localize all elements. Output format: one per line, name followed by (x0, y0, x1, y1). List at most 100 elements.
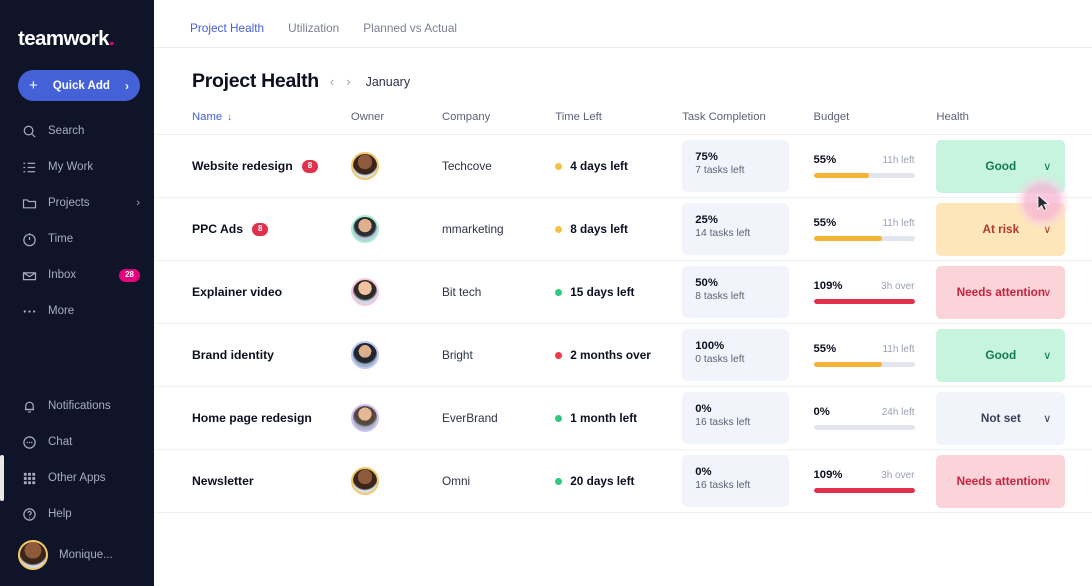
folder-icon (22, 196, 37, 211)
budget-card[interactable]: 0% 24h left (813, 406, 915, 430)
sidebar-item-inbox[interactable]: Inbox 28 (0, 257, 154, 293)
project-cell[interactable]: Home page redesign (154, 411, 351, 425)
budget-card[interactable]: 55% 11h left (813, 154, 915, 178)
sidebar-item-projects[interactable]: Projects › (0, 185, 154, 221)
sidebar-item-other-apps[interactable]: Other Apps (0, 460, 154, 496)
cell-time-left: 8 days left (555, 197, 683, 261)
budget-percent: 55% (813, 217, 837, 229)
avatar[interactable] (350, 278, 379, 306)
cell-time-left: 20 days left (555, 449, 683, 513)
ellipsis-icon (22, 304, 37, 319)
table-row[interactable]: PPC Ads 8 mmarketing 8 days left 25% 14 … (154, 197, 1092, 261)
tab-bar: Project Health Utilization Planned vs Ac… (154, 0, 1092, 48)
task-completion-card[interactable]: 75% 7 tasks left (682, 140, 790, 192)
health-status-dropdown[interactable]: Needs attention ∨ (936, 265, 1066, 319)
user-profile[interactable]: Monique... (0, 532, 154, 570)
quick-add-button[interactable]: + Quick Add › (18, 70, 140, 101)
budget-card[interactable]: 55% 11h left (813, 217, 915, 241)
sidebar-scrollbar[interactable] (0, 455, 4, 501)
time-left: 1 month left (555, 411, 682, 425)
company-name: Omni (441, 474, 471, 488)
tasks-left-label: 0 tasks left (695, 354, 745, 365)
time-left-label: 4 days left (570, 159, 628, 173)
column-header-budget[interactable]: Budget (813, 111, 937, 135)
column-header-name[interactable]: Name ↓ (154, 111, 351, 135)
budget-progress-fill (813, 236, 883, 241)
sidebar-item-label: Help (48, 508, 72, 520)
health-status-dropdown[interactable]: Not set ∨ (936, 391, 1066, 445)
avatar[interactable] (350, 341, 379, 369)
table-row[interactable]: Website redesign 8 Techcove 4 days left … (154, 134, 1092, 198)
cell-time-left: 15 days left (555, 260, 683, 324)
help-icon (22, 507, 37, 522)
column-header-company[interactable]: Company (441, 111, 556, 135)
budget-note: 3h over (881, 281, 915, 292)
cell-health: Needs attention ∨ (936, 449, 1092, 513)
company-name: Techcove (441, 159, 492, 173)
status-dot-icon (555, 477, 563, 485)
column-header-task-completion[interactable]: Task Completion (682, 111, 814, 135)
cell-name: Home page redesign (154, 386, 351, 450)
project-cell[interactable]: Brand identity (154, 348, 351, 362)
sidebar-item-notifications[interactable]: Notifications (0, 388, 154, 424)
sidebar-item-search[interactable]: Search (0, 113, 154, 149)
health-status-dropdown[interactable]: At risk ∨ (936, 202, 1066, 256)
chevron-down-icon: ∨ (1043, 475, 1052, 488)
project-cell[interactable]: Newsletter (154, 474, 351, 488)
chevron-down-icon: ∨ (1043, 286, 1052, 299)
sidebar-item-my-work[interactable]: My Work (0, 149, 154, 185)
cell-task-completion: 25% 14 tasks left (682, 197, 814, 261)
cell-time-left: 1 month left (555, 386, 683, 450)
chevron-down-icon: ∨ (1043, 223, 1052, 236)
sidebar-item-chat[interactable]: Chat (0, 424, 154, 460)
sidebar-item-label: Notifications (48, 400, 111, 412)
budget-card[interactable]: 55% 11h left (813, 343, 915, 367)
table-row[interactable]: Explainer video Bit tech 15 days left 50… (154, 260, 1092, 324)
column-header-health[interactable]: Health (936, 111, 1092, 135)
sort-arrow-icon: ↓ (227, 112, 233, 123)
cell-owner (350, 260, 442, 324)
tab-planned-vs-actual[interactable]: Planned vs Actual (363, 21, 457, 47)
tab-project-health[interactable]: Project Health (190, 21, 264, 47)
time-left: 8 days left (555, 222, 682, 236)
health-status-dropdown[interactable]: Good ∨ (936, 139, 1066, 193)
tasks-left-label: 14 tasks left (695, 228, 751, 239)
task-completion-card[interactable]: 100% 0 tasks left (682, 329, 790, 381)
sidebar-item-time[interactable]: Time (0, 221, 154, 257)
budget-progress-fill (813, 488, 915, 493)
table-row[interactable]: Home page redesign EverBrand 1 month lef… (154, 386, 1092, 450)
brand-name: teamwork (18, 27, 110, 50)
project-cell[interactable]: PPC Ads 8 (154, 222, 351, 236)
sidebar-item-help[interactable]: Help (0, 496, 154, 532)
next-month-button[interactable]: › (345, 74, 351, 89)
project-cell[interactable]: Website redesign 8 (154, 159, 351, 173)
task-completion-card[interactable]: 25% 14 tasks left (682, 203, 790, 255)
company-name: mmarketing (441, 222, 504, 236)
avatar[interactable] (350, 467, 379, 495)
company-name: Bit tech (441, 285, 482, 299)
tab-utilization[interactable]: Utilization (288, 21, 339, 47)
budget-card[interactable]: 109% 3h over (813, 280, 915, 304)
health-status-dropdown[interactable]: Good ∨ (936, 328, 1066, 382)
budget-note: 11h left (882, 218, 915, 229)
column-header-owner[interactable]: Owner (350, 111, 442, 135)
task-completion-card[interactable]: 0% 16 tasks left (682, 392, 790, 444)
cell-owner (350, 323, 442, 387)
column-header-time-left[interactable]: Time Left (555, 111, 683, 135)
table-header: Name ↓ Owner Company Time Left Task Compl… (154, 111, 1092, 135)
health-status-dropdown[interactable]: Needs attention ∨ (936, 454, 1066, 508)
table-row[interactable]: Newsletter Omni 20 days left 0% 16 tasks… (154, 449, 1092, 513)
prev-month-button[interactable]: ‹ (329, 74, 335, 89)
task-completion-card[interactable]: 50% 8 tasks left (682, 266, 790, 318)
task-completion-card[interactable]: 0% 16 tasks left (682, 455, 790, 507)
budget-note: 24h left (881, 407, 915, 418)
avatar[interactable] (350, 404, 379, 432)
table-row[interactable]: Brand identity Bright 2 months over 100%… (154, 323, 1092, 387)
sidebar-item-more[interactable]: More (0, 293, 154, 329)
project-cell[interactable]: Explainer video (154, 285, 351, 299)
avatar[interactable] (350, 152, 379, 180)
avatar[interactable] (350, 215, 379, 243)
cell-task-completion: 75% 7 tasks left (682, 134, 814, 198)
budget-progress-fill (813, 362, 883, 367)
budget-card[interactable]: 109% 3h over (813, 469, 915, 493)
